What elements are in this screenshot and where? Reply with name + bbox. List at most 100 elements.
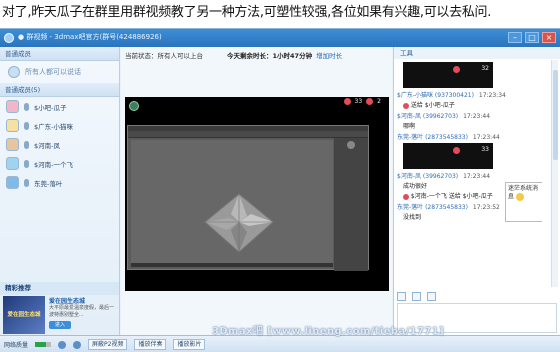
status-bar: 当前状态：所有人可以上台 今天剩余时长：1小时47分钟 增加时长 bbox=[121, 47, 392, 63]
video-badges: 33 2 bbox=[343, 98, 381, 105]
member-item[interactable]: $河南-一个飞 bbox=[0, 154, 119, 173]
avatar bbox=[6, 176, 19, 189]
share-p2p-button[interactable]: 屏蔽P2视频 bbox=[88, 339, 128, 350]
promo-card[interactable]: 爱在园生态城 爱在园生态城 大平原最爱温泉度假，最后一波特惠别墅全... 进入 bbox=[3, 296, 117, 334]
message-sender[interactable]: 东莞-落叶 bbox=[397, 204, 423, 211]
avatar bbox=[6, 138, 19, 151]
screenshot-count: 32 bbox=[481, 65, 489, 72]
gift-icon bbox=[403, 193, 409, 200]
avatar bbox=[6, 119, 19, 132]
message-header: $河南-凤 (39962703) 17:23:44 bbox=[397, 171, 542, 180]
close-icon[interactable]: × bbox=[542, 32, 556, 43]
member-item[interactable]: 东莞-落叶 bbox=[0, 173, 119, 192]
maximize-icon[interactable]: □ bbox=[525, 32, 539, 43]
promo-text: 爱在园生态城 大平原最爱温泉度假，最后一波特惠别墅全... 进入 bbox=[49, 296, 117, 334]
microphone-icon[interactable] bbox=[58, 340, 67, 349]
flower-icon bbox=[453, 66, 460, 73]
message-text: 哪啊 bbox=[403, 123, 416, 130]
message-text: 送给 $小吧-瓜子 bbox=[410, 102, 455, 109]
promo-enter-button[interactable]: 进入 bbox=[49, 321, 72, 329]
toolbar bbox=[128, 131, 368, 138]
chat-panel-title: 工具 bbox=[394, 47, 560, 59]
input-toolbar bbox=[397, 290, 557, 302]
status-label: 当前状态：所有人可以上台 bbox=[125, 52, 203, 60]
member-panel: 普通成员 所有人都可以说话 普通成员(5) $小吧-瓜子 $广东-小猫咪 $河南… bbox=[0, 47, 120, 335]
message-sender[interactable]: 东莞-落叶 bbox=[397, 134, 423, 141]
flower-icon bbox=[453, 147, 460, 154]
message-sender[interactable]: $广东-小猫咪 bbox=[397, 92, 433, 99]
mic-icon bbox=[24, 140, 29, 149]
member-list: $小吧-瓜子 $广东-小猫咪 $河南-凤 $河南-一个飞 东莞-落叶 bbox=[0, 97, 119, 192]
member-name: $小吧-瓜子 bbox=[34, 103, 67, 112]
shared-screen-3dsmax bbox=[127, 125, 369, 271]
avatar bbox=[6, 100, 19, 113]
minimize-icon[interactable]: – bbox=[508, 32, 522, 43]
message-time: 17:23:52 bbox=[472, 204, 500, 211]
timeline bbox=[131, 263, 333, 267]
play-music-button[interactable]: 播放伴奏 bbox=[134, 339, 167, 350]
members-header[interactable]: 普通成员(5) bbox=[0, 83, 119, 97]
promo-title: 爱在园生态城 bbox=[49, 298, 86, 305]
mic-icon bbox=[24, 159, 29, 168]
message-qq: (39962703) bbox=[422, 173, 459, 180]
video-screen[interactable]: 33 2 bbox=[125, 97, 389, 291]
screenshot-count: 33 bbox=[481, 146, 489, 153]
title-bar: ● 群视频 - 3dmax吧官方(群号(424886926) – □ × bbox=[0, 29, 560, 47]
scrollbar-thumb[interactable] bbox=[553, 70, 558, 160]
broadcast-text: 所有人都可以说话 bbox=[25, 68, 81, 76]
flower-icon bbox=[343, 98, 351, 105]
promo-thumbnail[interactable]: 爱在园生态城 bbox=[3, 296, 45, 334]
promo-header: 精彩推荐 bbox=[0, 282, 119, 295]
promo-desc: 大平原最爱温泉度假，最后一波特惠别墅全... bbox=[49, 305, 115, 318]
broadcast-mode[interactable]: 所有人都可以说话 bbox=[0, 61, 119, 83]
broadcast-icon bbox=[8, 66, 20, 78]
screenshot-icon[interactable] bbox=[427, 291, 436, 301]
member-name: $河南-一个飞 bbox=[34, 160, 73, 169]
member-item[interactable]: $广东-小猫咪 bbox=[0, 116, 119, 135]
flower-count: 2 bbox=[377, 98, 381, 105]
font-icon[interactable] bbox=[397, 291, 406, 301]
message-header: $河南-凤 (39962703) 17:23:44 bbox=[397, 111, 542, 120]
add-time-link[interactable]: 增加时长 bbox=[316, 50, 342, 60]
window-title: ● 群视频 - 3dmax吧官方(群号(424886926) bbox=[18, 33, 162, 41]
message-qq: (2873545833) bbox=[425, 134, 468, 141]
chat-scrollbar[interactable] bbox=[551, 60, 558, 287]
badge-count: 33 bbox=[354, 98, 363, 105]
message-header: $广东-小猫咪 (937300421) 17:23:34 bbox=[397, 90, 542, 99]
flower-icon bbox=[366, 98, 374, 105]
window-controls: – □ × bbox=[508, 32, 556, 43]
caption-text: 对了,昨天瓜子在群里用群视频教了另一种方法,可塑性较强,各位如果有兴趣,可以去私… bbox=[2, 5, 492, 20]
message-body: 送给 $小吧-瓜子 bbox=[397, 100, 542, 109]
viewport bbox=[131, 140, 333, 266]
watermark: 3Dmax吧 [www.lineng.com/tieba/1771] bbox=[212, 326, 445, 337]
message-sender[interactable]: $河南-一个飞 bbox=[411, 193, 447, 200]
camera-icon bbox=[129, 101, 139, 111]
chat-screenshot[interactable]: 33 bbox=[403, 143, 493, 169]
chat-panel: 工具 32 $广东-小猫咪 (937300421) 17:23:34 送给 $小… bbox=[393, 47, 560, 335]
member-name: $广东-小猫咪 bbox=[34, 122, 73, 131]
time-left: 今天剩余时长：1小时47分钟 bbox=[227, 52, 313, 60]
system-popup[interactable]: 迷茫系统消息 bbox=[505, 182, 542, 222]
message-header: 东莞-落叶 (2873545833) 17:23:44 bbox=[397, 132, 542, 141]
signal-icon bbox=[35, 342, 52, 347]
member-name: 东莞-落叶 bbox=[34, 179, 63, 188]
mic-icon bbox=[24, 102, 29, 111]
chat-screenshot[interactable]: 32 bbox=[403, 62, 493, 88]
message-qq: (937300421) bbox=[434, 92, 474, 99]
avatar bbox=[6, 157, 19, 170]
message-sender[interactable]: $河南-凤 bbox=[397, 173, 421, 180]
app-logo-icon bbox=[4, 33, 14, 43]
speaker-icon[interactable] bbox=[73, 340, 82, 349]
message-qq: (39962703) bbox=[422, 113, 459, 120]
emoji-icon[interactable] bbox=[412, 291, 421, 301]
message-time: 17:23:34 bbox=[478, 92, 506, 99]
member-item[interactable]: $小吧-瓜子 bbox=[0, 97, 119, 116]
pinwheel-model-icon bbox=[204, 193, 274, 253]
command-panel bbox=[334, 138, 368, 271]
message-qq: (2873545833) bbox=[425, 204, 468, 211]
play-movie-button[interactable]: 播放影片 bbox=[173, 339, 206, 350]
member-item[interactable]: $河南-凤 bbox=[0, 135, 119, 154]
network-label: 网络质量 bbox=[4, 342, 29, 349]
message-sender[interactable]: $河南-凤 bbox=[397, 113, 421, 120]
sphere-icon bbox=[347, 141, 355, 149]
